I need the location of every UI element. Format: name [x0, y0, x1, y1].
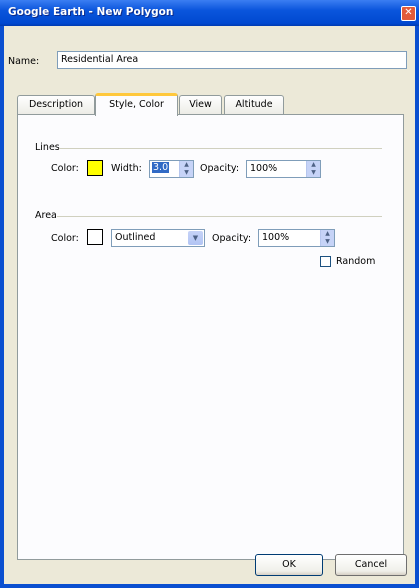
lines-color-label: Color:	[51, 163, 79, 174]
tab-style-color[interactable]: Style, Color	[95, 93, 178, 116]
spin-down-icon[interactable]: ▼	[180, 169, 193, 177]
chevron-down-icon[interactable]: ▼	[188, 231, 203, 245]
lines-divider	[59, 148, 382, 149]
area-divider	[57, 216, 382, 217]
area-opacity-value: 100%	[262, 232, 290, 243]
lines-width-label: Width:	[111, 163, 142, 174]
style-color-panel: Lines Color: Width: 3.0 ▲ ▼ Opacity: 100%…	[17, 114, 404, 560]
title-bar[interactable]: Google Earth - New Polygon ✕	[0, 0, 419, 26]
random-label: Random	[336, 256, 376, 267]
area-color-label: Color:	[51, 233, 79, 244]
lines-width-value: 3.0	[152, 162, 170, 173]
lines-width-spinner[interactable]: ▲ ▼	[179, 161, 193, 177]
area-group-label: Area	[35, 210, 57, 221]
spin-down-icon[interactable]: ▼	[321, 238, 334, 246]
area-color-swatch[interactable]	[87, 229, 103, 245]
spin-up-icon[interactable]: ▲	[321, 230, 334, 238]
ok-button[interactable]: OK	[255, 554, 323, 576]
window-title: Google Earth - New Polygon	[8, 6, 174, 18]
spin-down-icon[interactable]: ▼	[307, 169, 320, 177]
spin-up-icon[interactable]: ▲	[180, 161, 193, 169]
lines-opacity-value: 100%	[250, 163, 278, 174]
lines-group-label: Lines	[35, 142, 60, 153]
lines-opacity-input[interactable]: 100% ▲ ▼	[246, 160, 321, 178]
tab-description[interactable]: Description	[17, 95, 95, 115]
cancel-button[interactable]: Cancel	[335, 554, 407, 576]
dialog-body: Name: Residential Area Description Style…	[4, 26, 415, 584]
area-opacity-input[interactable]: 100% ▲ ▼	[258, 229, 335, 247]
tab-altitude[interactable]: Altitude	[224, 95, 284, 115]
area-opacity-label: Opacity:	[212, 233, 252, 244]
close-icon[interactable]: ✕	[401, 6, 416, 21]
spin-up-icon[interactable]: ▲	[307, 161, 320, 169]
lines-opacity-spinner[interactable]: ▲ ▼	[306, 161, 320, 177]
lines-width-input[interactable]: 3.0 ▲ ▼	[149, 160, 194, 178]
name-input[interactable]: Residential Area	[57, 51, 407, 69]
tab-view[interactable]: View	[179, 95, 222, 115]
lines-opacity-label: Opacity:	[200, 163, 240, 174]
area-fill-select[interactable]: Outlined ▼	[111, 229, 205, 247]
name-label: Name:	[8, 56, 40, 67]
area-fill-value: Outlined	[115, 232, 156, 243]
area-opacity-spinner[interactable]: ▲ ▼	[320, 230, 334, 246]
random-checkbox[interactable]	[320, 256, 331, 267]
lines-color-swatch[interactable]	[87, 160, 103, 176]
dialog-window: Google Earth - New Polygon ✕ Name: Resid…	[0, 0, 419, 588]
